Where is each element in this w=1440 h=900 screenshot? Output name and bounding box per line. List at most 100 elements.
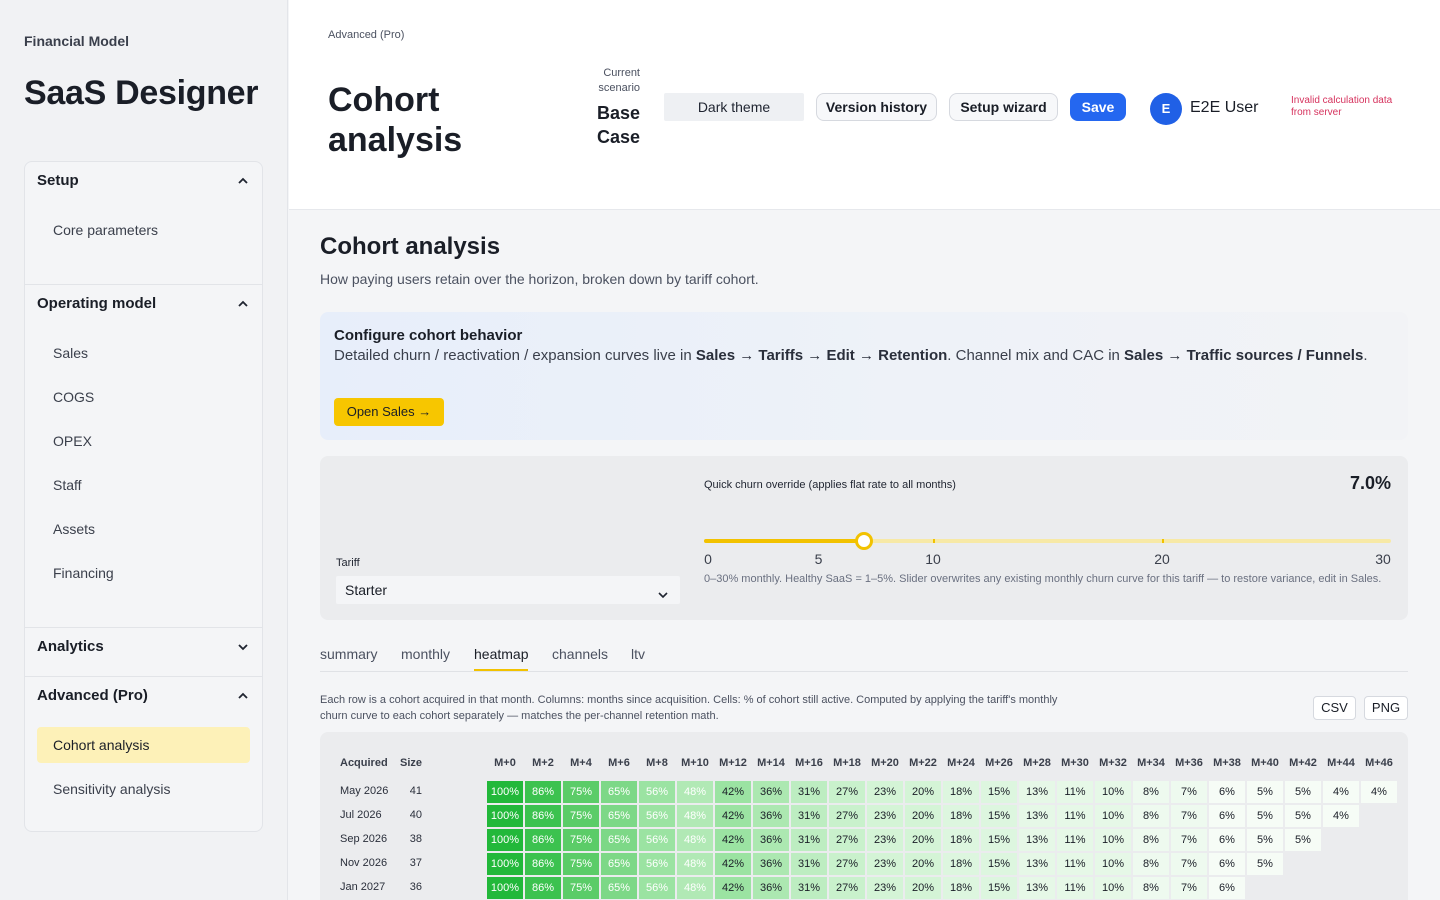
sidebar-item-core-parameters[interactable]: Core parameters: [53, 222, 158, 238]
heatmap-cell: 42%: [715, 829, 751, 851]
heatmap-cell: 15%: [981, 853, 1017, 875]
chevron-up-icon[interactable]: [236, 689, 250, 703]
tariff-label: Tariff: [336, 557, 360, 569]
heatmap-cell: 6%: [1209, 877, 1245, 899]
sidebar-item-financing[interactable]: Financing: [53, 565, 114, 581]
chevron-down-icon: [656, 583, 670, 599]
heatmap-cell: 31%: [791, 829, 827, 851]
nav-section-analytics[interactable]: Analytics: [37, 638, 104, 655]
heatmap-cell: 36%: [753, 877, 789, 899]
heatmap-col-header: M+34: [1137, 757, 1165, 769]
heatmap-table: Acquired Size M+0 M+2 M+4 M+6 M+8 M+10 M+12 M+1…: [320, 732, 1408, 900]
heatmap-col-header: M+38: [1213, 757, 1241, 769]
open-sales-button[interactable]: Open Sales →: [334, 398, 444, 426]
sidebar-item-assets[interactable]: Assets: [53, 521, 95, 537]
scenario-label: Current scenario: [598, 67, 640, 94]
churn-slider[interactable]: [704, 532, 1391, 550]
heatmap-cell: 10%: [1095, 877, 1131, 899]
heatmap-cell: 100%: [487, 805, 523, 827]
heatmap-col-header: M+16: [795, 757, 823, 769]
heatmap-cell: 7%: [1171, 781, 1207, 803]
heatmap-cell: 10%: [1095, 829, 1131, 851]
heatmap-col-header: M+30: [1061, 757, 1089, 769]
nav-card: Setup Core parameters Operating model Sa…: [24, 161, 263, 832]
tab-summary[interactable]: summary: [320, 646, 378, 662]
heatmap-col-header: M+42: [1289, 757, 1317, 769]
tab-ltv[interactable]: ltv: [631, 646, 645, 662]
heatmap-cell: 20%: [905, 853, 941, 875]
scenario-value[interactable]: Base Case: [576, 101, 640, 149]
user-name[interactable]: E2E User: [1190, 99, 1258, 117]
sidebar-item-staff[interactable]: Staff: [53, 477, 82, 493]
heatmap-cell: 4%: [1361, 781, 1397, 803]
tab-heatmap[interactable]: heatmap: [474, 646, 528, 662]
slider-thumb[interactable]: [855, 532, 874, 550]
chevron-down-icon[interactable]: [236, 640, 250, 654]
nav-section-advanced[interactable]: Advanced (Pro): [37, 687, 148, 704]
heatmap-cell: 18%: [943, 877, 979, 899]
heatmap-cell: 15%: [981, 877, 1017, 899]
version-history-button[interactable]: Version history: [816, 93, 937, 121]
heatmap-cell: 31%: [791, 805, 827, 827]
heatmap-cell: 27%: [829, 829, 865, 851]
heatmap-cell: 42%: [715, 877, 751, 899]
tab-monthly[interactable]: monthly: [401, 646, 450, 662]
nav-section-setup[interactable]: Setup: [37, 172, 79, 189]
cohort-size: 40: [409, 809, 422, 821]
heatmap-cell: 86%: [525, 781, 561, 803]
heatmap-cell: 48%: [677, 805, 713, 827]
heatmap-col-header: M+6: [608, 757, 630, 769]
heatmap-cell: 11%: [1057, 829, 1093, 851]
page-title: Cohort analysis: [328, 81, 463, 159]
heatmap-cell: 65%: [601, 853, 637, 875]
heatmap-cell: 5%: [1247, 829, 1283, 851]
slider-tick-label: 30: [1375, 551, 1391, 567]
heatmap-cell: 5%: [1285, 781, 1321, 803]
save-button[interactable]: Save: [1070, 93, 1126, 121]
theme-toggle-button[interactable]: Dark theme: [664, 93, 804, 121]
breadcrumb[interactable]: Advanced (Pro): [328, 29, 404, 41]
header: Advanced (Pro) Cohort analysis Current s…: [289, 0, 1440, 210]
heatmap-col-header: M+20: [871, 757, 899, 769]
heatmap-cell: 13%: [1019, 805, 1055, 827]
slider-tick: [933, 539, 935, 543]
heatmap-cell: 42%: [715, 805, 751, 827]
png-button[interactable]: PNG: [1364, 696, 1408, 720]
tariff-select[interactable]: Starter: [336, 576, 680, 604]
avatar[interactable]: E: [1150, 93, 1182, 125]
heatmap-cell: 48%: [677, 877, 713, 899]
tab-channels[interactable]: channels: [552, 646, 608, 662]
heatmap-cell: 7%: [1171, 805, 1207, 827]
heatmap-cell: 31%: [791, 781, 827, 803]
heatmap-cell: 18%: [943, 781, 979, 803]
tab-bar: summary monthly heatmap channels ltv: [320, 643, 1408, 672]
nav-section-operating-model[interactable]: Operating model: [37, 295, 156, 312]
setup-wizard-button[interactable]: Setup wizard: [949, 93, 1058, 121]
heatmap-cell: 4%: [1323, 805, 1359, 827]
chevron-up-icon[interactable]: [236, 297, 250, 311]
heatmap-cell: 65%: [601, 829, 637, 851]
heatmap-cell: 4%: [1323, 781, 1359, 803]
heatmap-cell: 27%: [829, 877, 865, 899]
heatmap-cell: 100%: [487, 853, 523, 875]
heatmap-cell: 100%: [487, 877, 523, 899]
heatmap-col-header: M+40: [1251, 757, 1279, 769]
csv-button[interactable]: CSV: [1313, 696, 1356, 720]
heatmap-cell: 56%: [639, 853, 675, 875]
sidebar-item-cogs[interactable]: COGS: [53, 389, 94, 405]
heatmap-cell: 36%: [753, 805, 789, 827]
sidebar-item-opex[interactable]: OPEX: [53, 433, 92, 449]
heatmap-cell: 13%: [1019, 781, 1055, 803]
sidebar-item-cohort-analysis[interactable]: Cohort analysis: [37, 727, 250, 763]
heatmap-cell: 100%: [487, 781, 523, 803]
sidebar-item-sales[interactable]: Sales: [53, 345, 88, 361]
heatmap-cell: 11%: [1057, 877, 1093, 899]
chevron-up-icon[interactable]: [236, 174, 250, 188]
heatmap-cell: 7%: [1171, 853, 1207, 875]
section-subtitle: How paying users retain over the horizon…: [320, 271, 759, 287]
slider-tick-label: 20: [1154, 551, 1170, 567]
cohort-size: 38: [409, 833, 422, 845]
sidebar-item-sensitivity-analysis[interactable]: Sensitivity analysis: [53, 781, 171, 797]
heatmap-cell: 100%: [487, 829, 523, 851]
heatmap-cell: 15%: [981, 829, 1017, 851]
